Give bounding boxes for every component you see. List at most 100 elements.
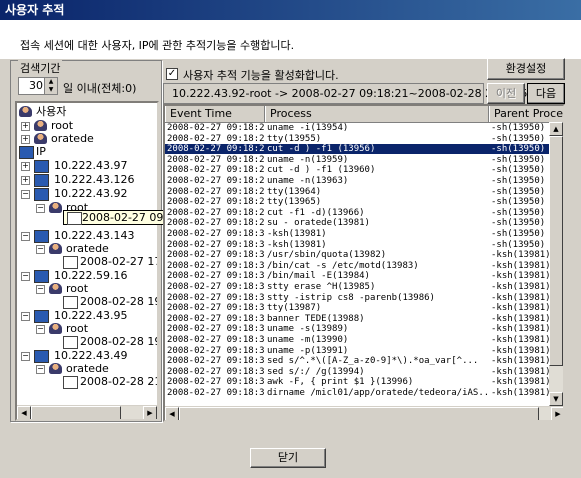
table-row[interactable]: 2008-02-27 09:18:30/bin/mail -E(13984) -k…: [165, 271, 551, 281]
cell-event-time: 2008-02-27 09:18:30: [167, 303, 265, 314]
column-event-time[interactable]: Event Time: [165, 106, 265, 122]
table-row[interactable]: 2008-02-27 09:18:30 -ksh(13981) -sh(13950): [165, 229, 551, 239]
table-row[interactable]: 2008-02-27 09:18:31 uname -m(13990) -ksh(1…: [165, 335, 551, 345]
cell-process: uname -s(13989): [267, 324, 349, 335]
grid-horizontal-scrollbar[interactable]: ◀ ▶: [165, 406, 563, 420]
cell-event-time: 2008-02-27 09:18:31: [167, 366, 265, 377]
cell-parent-process: -sh(13950): [491, 133, 546, 144]
close-button[interactable]: 닫기: [250, 448, 326, 468]
table-row[interactable]: 2008-02-27 09:18:30/bin/cat -s /etc/motd…: [165, 261, 551, 271]
tree-horizontal-scrollbar[interactable]: ◀ ▶: [17, 405, 157, 419]
grid-vertical-scrollbar[interactable]: ▲ ▼: [549, 122, 563, 406]
table-row[interactable]: 2008-02-27 09:18:30 -ksh(13981) -sh(13950): [165, 240, 551, 250]
table-row[interactable]: 2008-02-27 09:18:21 tty(13964) -sh(13950): [165, 187, 551, 197]
users-icon: [19, 106, 32, 117]
spinner-arrows-icon[interactable]: ▲ ▼: [44, 78, 57, 94]
scroll-thumb[interactable]: [179, 407, 539, 420]
expand-icon[interactable]: +: [21, 176, 30, 185]
table-row[interactable]: 2008-02-27 09:18:30 tty(13987) -ksh(13981): [165, 303, 551, 313]
cell-process: -ksh(13981): [267, 229, 327, 239]
cell-process: dirname /micl01/app/oratede/tedeora/iAS.…: [267, 388, 487, 398]
table-row[interactable]: 2008-02-27 09:18:21 cut -d ) -f1 (13956) -…: [165, 144, 551, 155]
cell-process: tty(13964): [267, 186, 322, 197]
cell-process: tty(13965): [267, 197, 322, 208]
selected-range-display: 10.222.43.92-root -> 2008-02-27 09:18:21…: [163, 83, 535, 104]
session-tree[interactable]: 사용자 + root + oratede IP +10.222.43.97 +10.…: [15, 101, 159, 421]
scroll-up-icon[interactable]: ▲: [549, 122, 563, 136]
table-row[interactable]: 2008-02-27 09:18:31 sed s/^.*\([A-Z_a-z0-…: [165, 356, 551, 366]
cell-event-time: 2008-02-27 09:18:21: [167, 218, 265, 229]
scroll-thumb[interactable]: [549, 136, 563, 366]
monitor-icon: [34, 174, 49, 187]
collapse-icon[interactable]: −: [36, 365, 45, 374]
expand-icon[interactable]: +: [21, 162, 30, 171]
table-row[interactable]: 2008-02-27 09:18:21 tty(13965) -sh(13950): [165, 197, 551, 207]
collapse-icon[interactable]: −: [21, 190, 30, 199]
collapse-icon[interactable]: −: [21, 352, 30, 361]
table-row[interactable]: 2008-02-27 09:18:31 awk -F, { print $1 }(…: [165, 377, 551, 387]
cell-parent-process: -ksh(13981): [491, 303, 551, 314]
table-row[interactable]: 2008-02-27 09:18:21 su - oratede(13981) -s…: [165, 218, 551, 228]
table-row[interactable]: 2008-02-27 09:18:21 uname -i(13954) -sh(13…: [165, 123, 551, 133]
days-label: 일 이내(전체:0): [63, 82, 137, 95]
table-row[interactable]: 2008-02-27 09:18:21 cut -f1 -d)(13966) -sh…: [165, 208, 551, 218]
collapse-icon[interactable]: −: [36, 245, 45, 254]
cell-process: cut -d ) -f1 (13956): [267, 144, 376, 155]
cell-process: tty(13955): [267, 133, 322, 144]
table-row[interactable]: 2008-02-27 09:18:30 stty erase ^H(13985) -…: [165, 282, 551, 292]
table-row[interactable]: 2008-02-27 09:18:31 sed s/:/ /g(13994) -ks…: [165, 367, 551, 377]
cell-process: uname -m(13990): [267, 335, 349, 345]
table-row[interactable]: 2008-02-27 09:18:30 stty -istrip cs8 -par…: [165, 293, 551, 303]
cell-event-time: 2008-02-27 09:18:31: [167, 345, 265, 356]
scroll-left-icon[interactable]: ◀: [17, 406, 31, 419]
days-value[interactable]: 30: [29, 79, 43, 92]
cell-event-time: 2008-02-27 09:18:31: [167, 356, 265, 367]
scroll-thumb[interactable]: [31, 406, 121, 419]
collapse-icon[interactable]: −: [21, 272, 30, 281]
collapse-icon[interactable]: −: [21, 312, 30, 321]
collapse-icon[interactable]: −: [36, 325, 45, 334]
event-grid[interactable]: Event Time Process Parent Proces 2008-02…: [163, 104, 565, 422]
cell-event-time: 2008-02-27 09:18:31: [167, 377, 265, 388]
collapse-icon[interactable]: −: [21, 232, 30, 241]
prev-button[interactable]: 이전: [487, 83, 525, 104]
scroll-down-icon[interactable]: ▼: [549, 392, 563, 406]
cell-parent-process: -sh(13950): [491, 154, 546, 165]
table-row[interactable]: 2008-02-27 09:18:21 uname -n(13959) -sh(13…: [165, 155, 551, 165]
scroll-right-icon[interactable]: ▶: [551, 407, 563, 420]
cell-process: uname -n(13963): [267, 176, 349, 186]
table-row[interactable]: 2008-02-27 09:18:31 dirname /micl01/app/o…: [165, 388, 551, 398]
table-row[interactable]: 2008-02-27 09:18:30 banner TEDE(13988) -ks…: [165, 314, 551, 324]
cell-event-time: 2008-02-27 09:18:21: [167, 144, 265, 155]
expand-icon[interactable]: +: [21, 122, 30, 131]
cell-event-time: 2008-02-27 09:18:21: [167, 186, 265, 197]
scroll-right-icon[interactable]: ▶: [143, 406, 157, 419]
cell-process: sed s/:/ /g(13994): [267, 366, 365, 377]
collapse-icon[interactable]: −: [36, 204, 45, 213]
column-parent-process[interactable]: Parent Proces: [489, 106, 563, 122]
table-row[interactable]: 2008-02-27 09:18:31 uname -s(13989) -ksh(1…: [165, 324, 551, 334]
collapse-icon[interactable]: −: [36, 285, 45, 294]
settings-button[interactable]: 환경설정: [487, 58, 565, 80]
cell-process: cut -d ) -f1 (13960): [267, 165, 376, 176]
cell-process: banner TEDE(13988): [267, 313, 365, 324]
cell-process: /bin/cat -s /etc/motd(13983): [267, 260, 419, 271]
cell-parent-process: -ksh(13981): [491, 356, 551, 367]
user-icon: [49, 243, 62, 254]
user-icon: [34, 133, 47, 144]
next-button[interactable]: 다음: [527, 83, 565, 104]
cell-parent-process: -sh(13950): [491, 197, 546, 208]
table-row[interactable]: 2008-02-27 09:18:31 uname -p(13991) -ksh(1…: [165, 346, 551, 356]
column-process[interactable]: Process: [265, 106, 489, 122]
scroll-left-icon[interactable]: ◀: [165, 407, 179, 420]
tracking-checkbox[interactable]: ✓: [166, 68, 178, 80]
expand-icon[interactable]: +: [21, 135, 30, 144]
table-row[interactable]: 2008-02-27 09:18:21 tty(13955) -sh(13950): [165, 134, 551, 144]
cell-parent-process: -ksh(13981): [491, 313, 551, 324]
days-spinner[interactable]: 30 ▲ ▼: [18, 77, 58, 95]
table-row[interactable]: 2008-02-27 09:18:21 uname -n(13963) -sh(13…: [165, 176, 551, 186]
cell-event-time: 2008-02-27 09:18:30: [167, 250, 265, 261]
cell-parent-process: -ksh(13981): [491, 250, 551, 261]
table-row[interactable]: 2008-02-27 09:18:30/usr/sbin/quota(13982…: [165, 250, 551, 260]
table-row[interactable]: 2008-02-27 09:18:21 cut -d ) -f1 (13960) -…: [165, 165, 551, 175]
